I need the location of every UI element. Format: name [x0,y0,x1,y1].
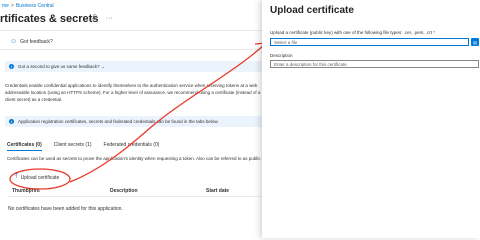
folder-icon: ▤ [473,39,477,45]
file-field-label-text: Upload a certificate (public key) with o… [270,30,433,35]
column-description[interactable]: Description [110,188,138,194]
browse-button[interactable]: ▤ [471,38,479,46]
upload-certificate-label: Upload certificate [20,174,60,181]
upload-icon: ⤒ [15,174,18,180]
info-bar-text: Application registration certificates, s… [18,119,219,124]
credentials-description: Credentials enable confidential applicat… [5,83,261,102]
upload-certificate-button[interactable]: ⤒ Upload certificate [15,174,59,181]
column-start-date[interactable]: Start date [206,188,229,194]
tab-description: Certificates can be used as secrets to p… [7,156,265,161]
description-field-label: Description [270,53,293,58]
credential-tabs: Certificates (0) Client secrets (1) Fede… [7,142,171,151]
tab-certificates[interactable]: Certificates (0) [7,142,42,151]
info-icon: i [9,119,14,124]
title-actions: 📌︎ ··· [89,14,121,22]
empty-table-message: No certificates have been added for this… [8,206,123,212]
survey-text: Got a second to give us some feedback? → [18,64,106,69]
breadcrumb-app[interactable]: Business Central [16,3,54,9]
file-select-input[interactable]: Select a file [270,38,469,46]
breadcrumb-separator: > [10,3,14,9]
description-input[interactable]: Enter a description for this certificate [270,60,479,68]
required-mark: * [433,30,436,35]
more-icon[interactable]: ··· [106,15,113,22]
feedback-icon: ☺ [10,38,18,45]
feedback-link[interactable]: ☺ Got feedback? [10,38,53,45]
table-header-divider [8,196,262,197]
breadcrumb-home[interactable]: me [2,3,9,9]
breadcrumb: me > Business Central [2,3,54,9]
info-bar: i Application registration certificates,… [5,116,265,127]
info-icon: i [9,64,14,69]
panel-title: Upload certificate [270,5,354,16]
page-title: rtificates & secrets [0,13,99,25]
column-thumbprint[interactable]: Thumbprint [12,188,40,194]
survey-bar[interactable]: i Got a second to give us some feedback?… [5,61,265,72]
feedback-label: Got feedback? [20,38,53,45]
file-field-label: Upload a certificate (public key) with o… [270,30,435,35]
tab-client-secrets[interactable]: Client secrets (1) [54,142,92,151]
upload-certificate-panel: Upload certificate Upload a certificate … [262,0,480,238]
tab-federated-credentials[interactable]: Federated credentials (0) [104,142,160,151]
pin-icon[interactable]: 📌︎ [89,15,98,22]
